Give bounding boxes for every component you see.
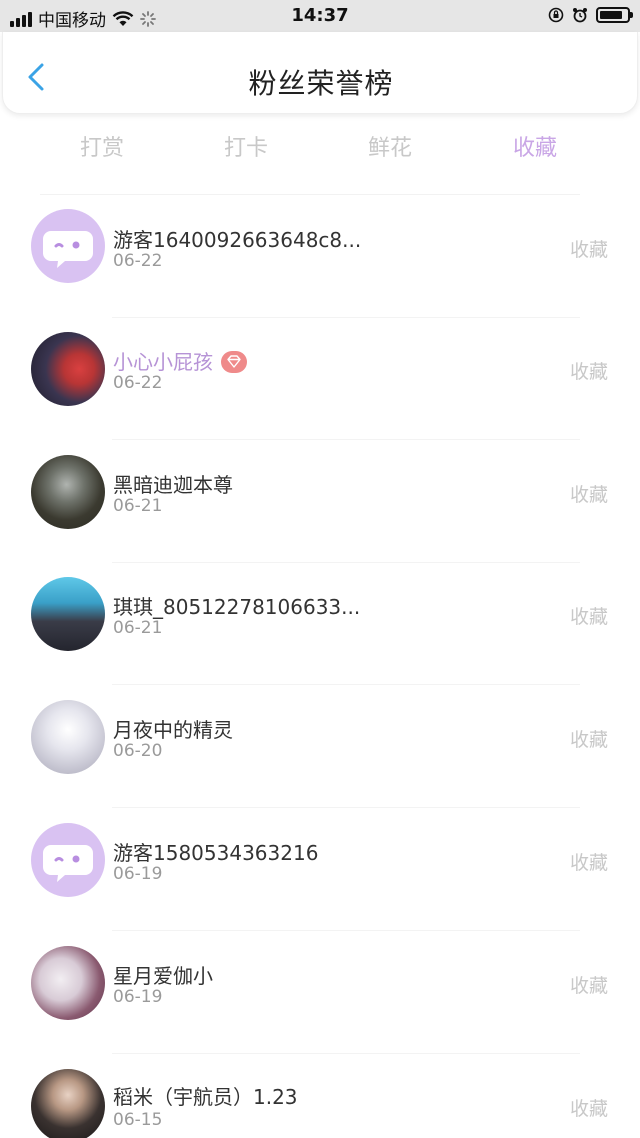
favorite-label: 收藏 bbox=[569, 729, 608, 751]
fan-name: 小心小屁孩 bbox=[113, 346, 247, 375]
list-item[interactable]: 星月爱伽小 06-19 收藏 bbox=[0, 932, 640, 1054]
row-divider bbox=[112, 930, 580, 931]
fan-date: 06-21 bbox=[113, 618, 163, 638]
row-divider bbox=[112, 807, 580, 808]
list-item[interactable]: 稻米（宇航员）1.23 06-15 收藏 bbox=[0, 1055, 640, 1138]
fan-date: 06-22 bbox=[113, 251, 163, 271]
guest-avatar-icon[interactable] bbox=[31, 209, 105, 283]
fan-name: 黑暗迪迦本尊 bbox=[113, 473, 233, 497]
orientation-lock-icon bbox=[548, 7, 564, 23]
fan-name: 琪琪_80512278106633... bbox=[113, 595, 361, 619]
alarm-icon bbox=[573, 8, 587, 23]
list-item[interactable]: 月夜中的精灵 06-20 收藏 bbox=[0, 686, 640, 808]
status-right bbox=[548, 7, 633, 23]
list-item[interactable]: 琪琪_80512278106633... 06-21 收藏 bbox=[0, 563, 640, 685]
battery-icon bbox=[596, 7, 633, 23]
favorite-label: 收藏 bbox=[569, 361, 608, 383]
tab-bar: 打赏 打卡 鲜花 收藏 bbox=[0, 126, 640, 166]
fan-date: 06-22 bbox=[113, 373, 163, 393]
fan-date: 06-19 bbox=[113, 987, 163, 1007]
fan-date: 06-21 bbox=[113, 496, 163, 516]
status-bar: 中国移动 14:37 bbox=[0, 0, 640, 32]
list-item[interactable]: 游客1640092663648c8... 06-22 收藏 bbox=[0, 196, 640, 318]
user-avatar[interactable] bbox=[31, 332, 105, 406]
user-avatar[interactable] bbox=[31, 700, 105, 774]
tab-divider bbox=[40, 194, 580, 195]
header-bar: 粉丝荣誉榜 bbox=[2, 32, 638, 114]
favorite-label: 收藏 bbox=[569, 484, 608, 506]
tab-flowers[interactable]: 鲜花 bbox=[368, 130, 412, 162]
fan-name: 星月爱伽小 bbox=[113, 964, 213, 988]
guest-avatar-icon[interactable] bbox=[31, 823, 105, 897]
tab-checkin[interactable]: 打卡 bbox=[224, 130, 268, 162]
fan-name: 稻米（宇航员）1.23 bbox=[113, 1085, 298, 1109]
fan-date: 06-20 bbox=[113, 741, 163, 761]
user-avatar[interactable] bbox=[31, 946, 105, 1020]
fan-name-text: 小心小屁孩 bbox=[113, 350, 213, 374]
fan-name: 游客1580534363216 bbox=[113, 841, 319, 865]
row-divider bbox=[112, 1053, 580, 1054]
page-title: 粉丝荣誉榜 bbox=[248, 67, 394, 100]
fan-name: 游客1640092663648c8... bbox=[113, 228, 362, 252]
list-item[interactable]: 小心小屁孩 06-22 收藏 bbox=[0, 318, 640, 440]
user-avatar[interactable] bbox=[31, 455, 105, 529]
tab-favorites[interactable]: 收藏 bbox=[513, 130, 557, 162]
status-time: 14:37 bbox=[291, 5, 349, 26]
list-item[interactable]: 黑暗迪迦本尊 06-21 收藏 bbox=[0, 441, 640, 563]
vip-diamond-icon bbox=[221, 350, 247, 373]
user-avatar[interactable] bbox=[31, 1069, 105, 1138]
fan-date: 06-15 bbox=[113, 1110, 163, 1130]
fan-date: 06-19 bbox=[113, 864, 163, 884]
list-item[interactable]: 游客1580534363216 06-19 收藏 bbox=[0, 809, 640, 931]
row-divider bbox=[112, 439, 580, 440]
row-divider bbox=[112, 684, 580, 685]
favorite-label: 收藏 bbox=[569, 975, 608, 997]
battery-fill bbox=[600, 11, 623, 19]
user-avatar[interactable] bbox=[31, 577, 105, 651]
favorite-label: 收藏 bbox=[569, 606, 608, 628]
favorite-label: 收藏 bbox=[569, 1098, 608, 1120]
tab-reward[interactable]: 打赏 bbox=[80, 130, 124, 162]
fan-name: 月夜中的精灵 bbox=[113, 718, 233, 742]
favorite-label: 收藏 bbox=[569, 239, 608, 261]
favorite-label: 收藏 bbox=[569, 852, 608, 874]
